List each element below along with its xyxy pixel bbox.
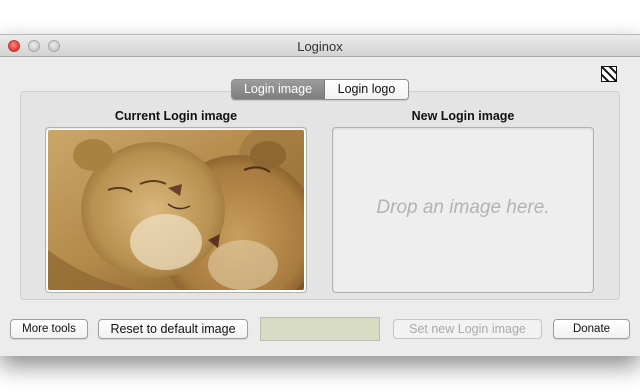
more-tools-button[interactable]: More tools — [10, 319, 88, 339]
current-login-image — [48, 130, 304, 290]
striped-square-icon[interactable] — [601, 66, 617, 82]
new-image-title: New Login image — [411, 109, 515, 123]
donate-button[interactable]: Donate — [553, 319, 630, 339]
drop-hint-text: Drop an image here. — [376, 197, 550, 218]
drop-target-well[interactable]: Drop an image here. — [332, 127, 594, 293]
app-window: Loginox Login image Login logo Current L… — [0, 34, 640, 356]
tab-bar: Login image Login logo — [231, 79, 409, 100]
set-new-login-image-button[interactable]: Set new Login image — [393, 319, 542, 339]
tab-login-logo[interactable]: Login logo — [325, 80, 408, 99]
tab-login-image[interactable]: Login image — [232, 80, 325, 99]
window-title: Loginox — [297, 39, 343, 54]
title-bar[interactable]: Loginox — [0, 35, 640, 57]
reset-default-button[interactable]: Reset to default image — [98, 319, 248, 339]
color-well[interactable] — [260, 317, 380, 341]
current-image-title: Current Login image — [114, 109, 238, 123]
current-image-well — [45, 127, 307, 293]
